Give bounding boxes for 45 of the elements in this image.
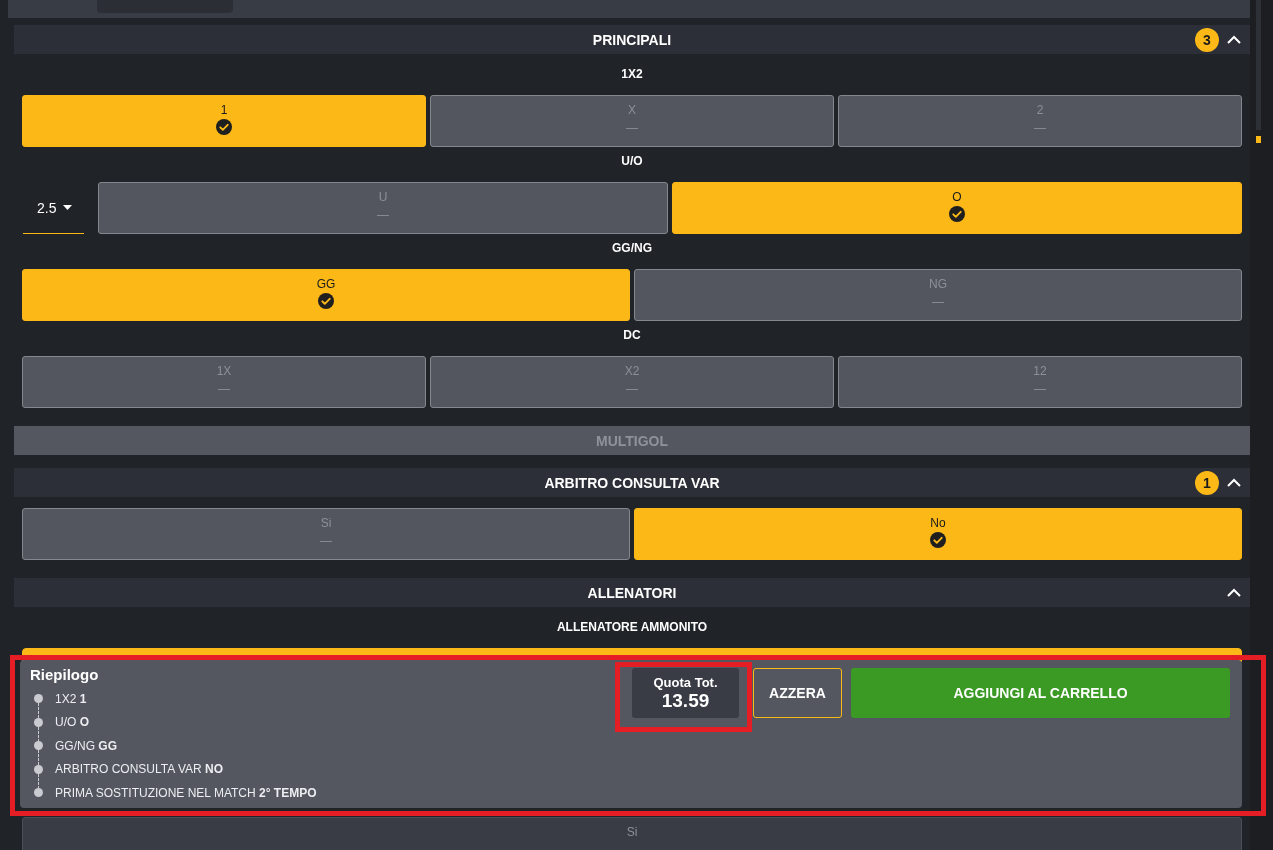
summary-title: Riepilogo — [30, 666, 100, 684]
check-circle-icon — [216, 119, 232, 135]
odds-option[interactable]: Si — — [22, 508, 630, 560]
timeline-dot-icon — [34, 764, 43, 774]
summary-item: PRIMA SOSTITUZIONE NEL MATCH 2° TEMPO — [55, 785, 317, 800]
check-circle-icon — [949, 206, 965, 222]
count-badge: 3 — [1195, 27, 1219, 52]
add-to-cart-button[interactable]: AGGIUNGI AL CARRELLO — [851, 668, 1230, 718]
line-dropdown[interactable]: 2.5 — [23, 182, 84, 234]
market-title: GG/NG — [611, 240, 653, 257]
scrollbar-marker — [1256, 136, 1261, 143]
count-badge: 1 — [1195, 470, 1219, 495]
market-title: U/O — [620, 153, 644, 170]
chevron-up-icon[interactable] — [1227, 478, 1241, 487]
odds-option[interactable]: 2 — — [838, 95, 1242, 147]
odds-option[interactable]: GG — [22, 269, 630, 321]
odds-option[interactable]: NG — — [634, 269, 1242, 321]
timeline-dot-icon — [34, 694, 43, 704]
section-header[interactable]: ALLENATORI — [14, 578, 1250, 607]
check-circle-icon — [318, 293, 334, 309]
timeline-dot-icon — [34, 717, 43, 727]
odds-option[interactable]: O — [672, 182, 1242, 234]
odds-option[interactable]: 1 — [22, 95, 426, 147]
timeline-dot-icon — [34, 788, 43, 798]
total-odds-label: Quota Tot. — [653, 675, 718, 690]
odds-option[interactable]: 12 — — [838, 356, 1242, 408]
timeline-dot-icon — [34, 741, 43, 751]
odds-option[interactable]: X2 — — [430, 356, 834, 408]
section-header[interactable]: PRINCIPALI 3 — [14, 25, 1250, 54]
market-title: 1X2 — [620, 66, 644, 83]
market-title: DC — [622, 327, 642, 344]
odds-option[interactable]: No — [634, 508, 1242, 560]
summary-item: 1X2 1 — [55, 691, 87, 706]
odds-option[interactable]: 1X — — [22, 356, 426, 408]
reset-button[interactable]: AZZERA — [753, 668, 842, 718]
summary-item: ARBITRO CONSULTA VAR NO — [55, 762, 224, 777]
check-circle-icon — [930, 532, 946, 548]
summary-item: U/O O — [55, 715, 89, 730]
section-header[interactable]: ARBITRO CONSULTA VAR 1 — [14, 468, 1250, 497]
chevron-up-icon[interactable] — [1227, 588, 1241, 597]
total-odds-value: 13.59 — [661, 690, 710, 711]
summary-item: GG/NG GG — [55, 738, 117, 753]
market-title: ALLENATORE AMMONITO — [555, 619, 709, 636]
caret-icon — [63, 205, 73, 210]
chevron-up-icon[interactable] — [1227, 35, 1241, 44]
